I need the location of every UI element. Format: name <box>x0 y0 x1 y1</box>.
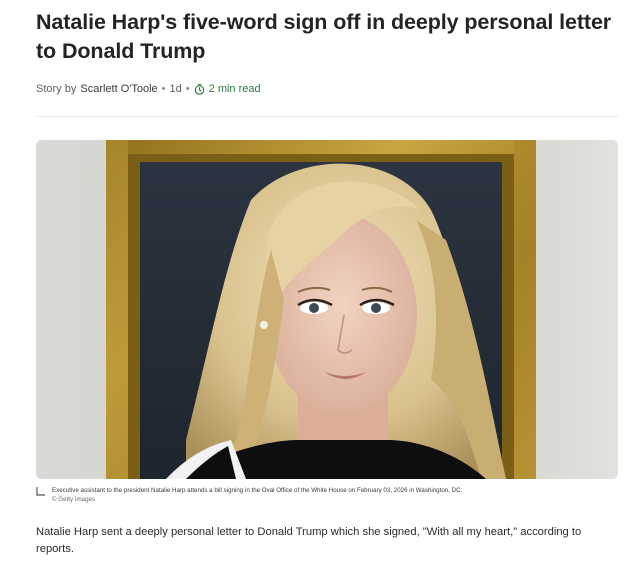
caption-corner-icon <box>36 487 45 496</box>
clock-icon <box>194 83 204 95</box>
article-headline: Natalie Harp's five-word sign off in dee… <box>36 10 612 63</box>
article-lede: Natalie Harp sent a deeply personal lett… <box>36 526 582 555</box>
byline: Story by Scarlett O'Toole • 1d • 2 min r… <box>36 83 261 95</box>
hero-photo <box>36 140 618 479</box>
read-time-label: 2 min read <box>208 83 261 95</box>
divider <box>36 116 618 117</box>
publish-age: 1d <box>169 83 182 95</box>
hero-image[interactable] <box>36 140 618 479</box>
byline-separator: • <box>161 83 166 95</box>
byline-prefix: Story by <box>36 83 77 95</box>
caption-text: Executive assistant to the president Nat… <box>52 487 463 494</box>
byline-separator: • <box>185 83 190 95</box>
image-credit: © Getty Images <box>52 496 96 503</box>
author-link[interactable]: Scarlett O'Toole <box>80 83 157 95</box>
read-time: 2 min read <box>194 83 261 95</box>
